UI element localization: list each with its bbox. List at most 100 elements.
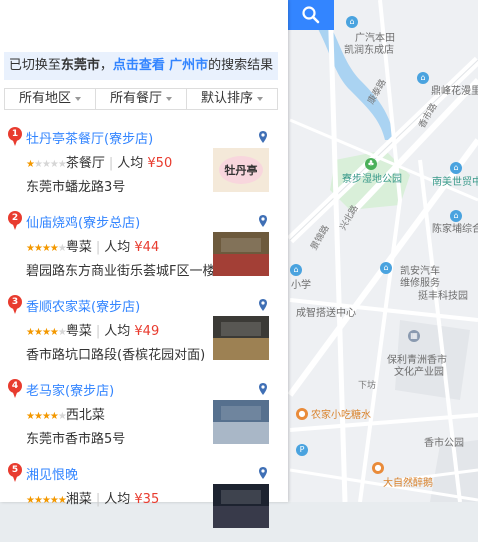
search-button[interactable]	[288, 0, 334, 30]
map-poi-icon[interactable]: ⌂	[450, 210, 462, 222]
result-item[interactable]: 3 香顺农家菜(寮步店) ★★★★★粤菜 | 人均 ¥49 香市路坑口路段(香槟花园对面)	[0, 292, 288, 374]
filter-restaurant-dropdown[interactable]: 所有餐厅	[96, 89, 187, 109]
result-address: 东莞市蟠龙路3号	[26, 180, 126, 195]
notice-prefix: 已切换至	[8, 58, 61, 73]
map-poi-icon[interactable]: ⌂	[346, 16, 358, 28]
avg-price-label: 人均	[104, 492, 131, 507]
map-label-chengzhi[interactable]: 成智搭送中心	[296, 308, 356, 320]
result-address: 东莞市香市路5号	[26, 432, 126, 447]
avg-price-label: 人均	[104, 240, 131, 255]
result-thumbnail[interactable]: 牡丹亭	[213, 148, 269, 192]
map-label-wetland-park[interactable]: 寮步湿地公园	[342, 174, 402, 186]
result-address: 碧园路东方商业街乐荟城F区一楼	[26, 264, 216, 279]
result-item[interactable]: 2 仙庙烧鸡(寮步总店) ★★★★★粤菜 | 人均 ¥44 碧园路东方商业街乐荟城F区一楼	[0, 208, 288, 290]
notice-comma: ，	[99, 58, 113, 73]
meta-divider: |	[95, 324, 101, 339]
thumb-shape	[221, 238, 261, 252]
star-icon: ★	[26, 243, 35, 254]
result-thumbnail[interactable]	[213, 484, 269, 528]
map-poi-icon[interactable]: ⌂	[417, 72, 429, 84]
star-icon: ★	[41, 243, 51, 254]
map-poi-icon[interactable]: ⌂	[380, 262, 392, 274]
result-item[interactable]: 1 牡丹亭茶餐厅(寮步店) ★★★★★茶餐厅 | 人均 ¥50 东莞市蟠龙路3号 牡丹亭	[0, 124, 288, 206]
map-label-baoli-2[interactable]: 文化产业园	[394, 367, 444, 379]
result-item[interactable]: 4 老马家(寮步店) ★★★★★西北菜 东莞市香市路5号	[0, 376, 288, 458]
result-name-link[interactable]: 湘见恨晚	[26, 464, 78, 483]
locate-pin-icon[interactable]	[258, 130, 268, 144]
map-label-nanmei[interactable]: 南美世贸中心	[432, 177, 478, 189]
result-item[interactable]: 5 湘见恨晚 ★★★★★湘菜 | 人均 ¥35	[0, 460, 288, 542]
map-poi-icon[interactable]: ⌂	[450, 162, 462, 174]
thumb-shape	[213, 506, 269, 528]
thumb-shape	[213, 254, 269, 276]
rating-stars: ★★★★★	[26, 327, 67, 338]
result-marker-icon[interactable]: 4	[8, 379, 22, 399]
notice-target-city[interactable]: 广州市	[169, 58, 208, 73]
map-poi-icon[interactable]: ⌂	[290, 264, 302, 276]
map-label-baoli[interactable]: 保利青洲香市	[387, 355, 447, 367]
star-icon: ★	[57, 411, 67, 422]
star-icon: ★	[26, 159, 35, 170]
result-name-link[interactable]: 老马家(寮步店)	[26, 380, 114, 399]
result-name-link[interactable]: 仙庙烧鸡(寮步总店)	[26, 212, 140, 231]
star-icon: ★	[57, 159, 67, 170]
map-label-school[interactable]: 小学	[291, 280, 311, 292]
map-label-dingfeng[interactable]: 鼎峰花漫里	[431, 86, 478, 98]
locate-pin-icon[interactable]	[258, 214, 268, 228]
thumb-shape	[221, 406, 261, 420]
notice-view-link[interactable]: 点击查看	[113, 58, 165, 73]
avg-price-label: 人均	[117, 156, 144, 171]
result-marker-icon[interactable]: 5	[8, 463, 22, 483]
result-category: 粤菜	[65, 324, 92, 339]
result-meta: ★★★★★湘菜 | 人均 ¥35	[26, 488, 159, 507]
star-icon: ★	[49, 159, 59, 170]
result-thumbnail[interactable]	[213, 316, 269, 360]
result-thumbnail[interactable]	[213, 400, 269, 444]
map-poi-icon[interactable]: ♣	[365, 158, 377, 170]
result-marker-icon[interactable]: 3	[8, 295, 22, 315]
star-icon: ★	[26, 327, 35, 338]
result-thumbnail[interactable]	[213, 232, 269, 276]
map-poi-icon[interactable]: ▦	[408, 330, 420, 342]
filter-area-dropdown[interactable]: 所有地区	[5, 89, 96, 109]
map-label-xiangshi-park[interactable]: 香市公园	[424, 438, 464, 450]
result-name-link[interactable]: 牡丹亭茶餐厅(寮步店)	[26, 128, 153, 147]
result-meta: ★★★★★茶餐厅 | 人均 ¥50	[26, 152, 172, 171]
map-label-kaian[interactable]: 凯安汽车	[400, 266, 440, 278]
result-category: 湘菜	[65, 492, 92, 507]
result-meta: ★★★★★粤菜 | 人均 ¥44	[26, 236, 159, 255]
star-icon: ★	[57, 495, 67, 506]
result-name-link[interactable]: 香顺农家菜(寮步店)	[26, 296, 140, 315]
map-label-tingfeng[interactable]: 挺丰科技园	[418, 291, 468, 303]
map-label-daziran[interactable]: 大自然醉鹅	[383, 478, 433, 490]
notice-suffix: 的搜索结果	[208, 58, 274, 73]
map-poi-icon[interactable]: ●	[296, 408, 308, 420]
filter-bar: 所有地区 所有餐厅 默认排序	[4, 88, 278, 110]
locate-pin-icon[interactable]	[258, 298, 268, 312]
star-icon: ★	[57, 243, 67, 254]
result-marker-icon[interactable]: 1	[8, 127, 22, 147]
caret-down-icon	[257, 96, 263, 101]
avg-price: ¥35	[134, 492, 160, 507]
locate-pin-icon[interactable]	[258, 466, 268, 480]
star-icon: ★	[41, 159, 51, 170]
avg-price-label: 人均	[104, 324, 131, 339]
result-marker-icon[interactable]: 2	[8, 211, 22, 231]
rating-stars: ★★★★★	[26, 243, 67, 254]
filter-area-label: 所有地区	[18, 91, 71, 106]
avg-price: ¥44	[134, 240, 160, 255]
map-poi-icon[interactable]: ●	[372, 462, 384, 474]
sort-dropdown[interactable]: 默认排序	[187, 89, 277, 109]
result-category: 茶餐厅	[65, 156, 105, 171]
map-poi-icon[interactable]: P	[296, 444, 308, 456]
map-label-kaian-2[interactable]: 维修服务	[400, 278, 440, 290]
map-label-nongjia[interactable]: 农家小吃糖水	[311, 410, 371, 422]
result-meta: ★★★★★粤菜 | 人均 ¥49	[26, 320, 159, 339]
star-icon: ★	[49, 495, 59, 506]
map-label-kairun[interactable]: 凯润东成店	[344, 45, 394, 57]
star-icon: ★	[33, 159, 43, 170]
map-label-guangqi[interactable]: 广汽本田	[355, 33, 395, 45]
map-label-chenjiapu[interactable]: 陈家埔综合大	[432, 224, 478, 236]
locate-pin-icon[interactable]	[258, 382, 268, 396]
avg-price: ¥49	[134, 324, 160, 339]
